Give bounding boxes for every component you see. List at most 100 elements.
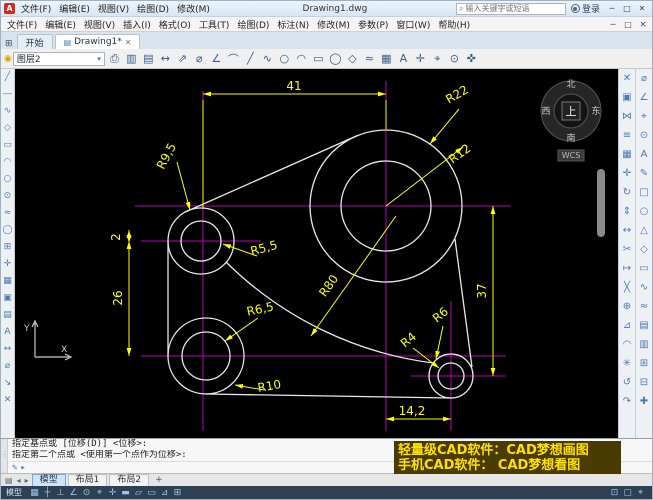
search-box[interactable]: ⌕ <box>456 3 566 15</box>
osnap-toggle-icon[interactable]: ⊙ <box>80 488 93 498</box>
tb-menu-file[interactable]: 文件(F) <box>17 2 55 15</box>
circle-icon[interactable]: ○ <box>640 202 649 221</box>
tb-menu-draw[interactable]: 绘图(D) <box>133 2 173 15</box>
rotate-icon[interactable]: ↻ <box>623 183 631 202</box>
stretch-icon[interactable]: ↔ <box>623 221 631 240</box>
dimension-lines[interactable] <box>129 94 493 419</box>
doc-minimize-button[interactable]: ─ <box>606 18 620 30</box>
compass-west[interactable]: 西 <box>541 106 550 117</box>
text-icon[interactable]: A <box>641 145 648 164</box>
app-grid-icon[interactable]: ⊞ <box>3 39 15 49</box>
menu-draw[interactable]: 绘图(D) <box>233 18 273 31</box>
properties-icon[interactable]: ▤ <box>140 51 157 67</box>
print-icon[interactable]: ⎙ <box>106 51 123 67</box>
spline-icon[interactable]: ≈ <box>361 51 378 67</box>
remove-icon[interactable]: ⊟ <box>640 373 648 392</box>
right-tangent-edge[interactable] <box>455 239 472 367</box>
polar-toggle-icon[interactable]: ∠ <box>67 488 80 498</box>
compass-top[interactable]: 上 <box>566 105 577 118</box>
dim-angle-icon[interactable]: ∠ <box>640 88 649 107</box>
tab-model[interactable]: 模型 <box>32 474 66 486</box>
polyline-icon[interactable]: ∿ <box>4 103 12 120</box>
dim-linear-icon[interactable]: ↔ <box>4 341 12 358</box>
layout-page-icon[interactable]: ▤ <box>4 476 14 485</box>
selection-cycling-toggle-icon[interactable]: ▭ <box>145 488 158 498</box>
point-icon[interactable]: ✛ <box>412 51 429 67</box>
dim-linear-icon[interactable]: ↔ <box>157 51 174 67</box>
polygon-icon[interactable]: ◇ <box>344 51 361 67</box>
tb-menu-edit[interactable]: 编辑(E) <box>55 2 94 15</box>
lineweight-toggle-icon[interactable]: ▬ <box>119 488 132 498</box>
annotation-toggle-icon[interactable]: ⊿ <box>158 488 171 498</box>
xline-icon[interactable]: ― <box>3 86 12 103</box>
spline-icon[interactable]: ≈ <box>640 297 648 316</box>
tab-close-icon[interactable]: ✕ <box>125 38 132 47</box>
circle-icon[interactable]: ○ <box>4 171 12 188</box>
tab-layout1[interactable]: 布局1 <box>68 474 108 486</box>
snap-toggle-icon[interactable]: ┼ <box>41 488 54 498</box>
compass-south[interactable]: 南 <box>566 132 575 144</box>
rectangle-icon[interactable]: ▭ <box>3 137 12 154</box>
scale-icon[interactable]: ⇕ <box>623 202 631 221</box>
bottom-edge[interactable] <box>206 394 451 398</box>
tb-menu-modify[interactable]: 修改(M) <box>173 2 214 15</box>
ellipse-icon[interactable]: ◯ <box>327 51 344 67</box>
search-input[interactable] <box>465 4 557 13</box>
arc-icon[interactable]: ◠ <box>293 51 310 67</box>
chamfer-icon[interactable]: ⊿ <box>623 316 631 335</box>
circle-icon[interactable]: ○ <box>276 51 293 67</box>
tb-menu-view[interactable]: 视图(V) <box>94 2 133 15</box>
tab-nav-right-icon[interactable]: ▸ <box>24 476 30 485</box>
dim-aligned-icon[interactable]: ⇗ <box>174 51 191 67</box>
tab-layout2[interactable]: 布局2 <box>109 474 149 486</box>
dimension-labels[interactable]: 41 37 26 2 14,2 R9,5 R22 R12 R5,5 R80 R6… <box>109 79 489 418</box>
offset-icon[interactable]: ≡ <box>623 126 631 145</box>
drawing-canvas[interactable]: 41 37 26 2 14,2 R9,5 R22 R12 R5,5 R80 R6… <box>15 69 618 438</box>
dim-arc-icon[interactable]: ⌒ <box>225 51 242 67</box>
spline-icon[interactable]: ≈ <box>4 205 12 222</box>
panel-handle[interactable] <box>597 169 605 237</box>
view-compass[interactable]: 北 南 西 东 上 WCS <box>541 79 601 161</box>
osnap-icon[interactable]: ⊙ <box>640 126 648 145</box>
doc-restore-button[interactable]: □ <box>621 18 635 30</box>
grid-toggle-icon[interactable]: ▦ <box>28 488 41 498</box>
compass-north[interactable]: 北 <box>566 79 575 90</box>
mtext-icon[interactable]: A <box>4 324 10 341</box>
menu-tools[interactable]: 工具(T) <box>195 18 234 31</box>
dim-angular-icon[interactable]: ∠ <box>208 51 225 67</box>
wave-icon[interactable]: ∿ <box>640 278 648 297</box>
maximize-button[interactable]: □ <box>620 3 634 15</box>
rectangle-icon[interactable]: ▭ <box>310 51 327 67</box>
fillet-icon[interactable]: ◠ <box>623 335 632 354</box>
copy-icon[interactable]: ▣ <box>622 88 631 107</box>
pan-icon[interactable]: ✜ <box>463 51 480 67</box>
menu-window[interactable]: 窗口(W) <box>392 18 434 31</box>
clean-screen-icon[interactable]: ▢ <box>621 488 634 498</box>
table-icon[interactable]: ▤ <box>3 307 12 324</box>
layer-dropdown[interactable]: 图层2 ▾ <box>13 52 105 66</box>
compass-east[interactable]: 东 <box>591 105 600 117</box>
otrack-toggle-icon[interactable]: ⌖ <box>93 488 106 498</box>
plot-preview-icon[interactable]: ▥ <box>123 51 140 67</box>
menu-help[interactable]: 帮助(H) <box>434 18 474 31</box>
arc-icon[interactable]: ◠ <box>4 154 12 171</box>
tab-nav-left-icon[interactable]: ◂ <box>16 476 22 485</box>
block-icon[interactable]: ⊞ <box>4 239 12 256</box>
isolate-icon[interactable]: ⊡ <box>608 488 621 498</box>
menu-dimension[interactable]: 标注(N) <box>273 18 313 31</box>
menu-edit[interactable]: 编辑(E) <box>41 18 80 31</box>
minimize-button[interactable]: ─ <box>605 3 619 15</box>
donut-icon[interactable]: ⊙ <box>4 188 12 205</box>
leader-icon[interactable]: ↘ <box>4 375 12 392</box>
dim-diameter-icon[interactable]: ⌀ <box>641 69 647 88</box>
transparency-toggle-icon[interactable]: ▱ <box>132 488 145 498</box>
menu-format[interactable]: 格式(O) <box>155 18 195 31</box>
dim-radius-icon[interactable]: ⌀ <box>191 51 208 67</box>
trim-icon[interactable]: ✂ <box>623 240 631 259</box>
polyline-icon[interactable]: ∿ <box>259 51 276 67</box>
part-geometry[interactable] <box>168 130 473 398</box>
join-icon[interactable]: ⊕ <box>623 297 631 316</box>
tab-drawing1[interactable]: ▤ Drawing1* ✕ <box>55 34 141 49</box>
wcs-label[interactable]: WCS <box>562 151 581 160</box>
measure-icon[interactable]: ⌖ <box>429 51 446 67</box>
